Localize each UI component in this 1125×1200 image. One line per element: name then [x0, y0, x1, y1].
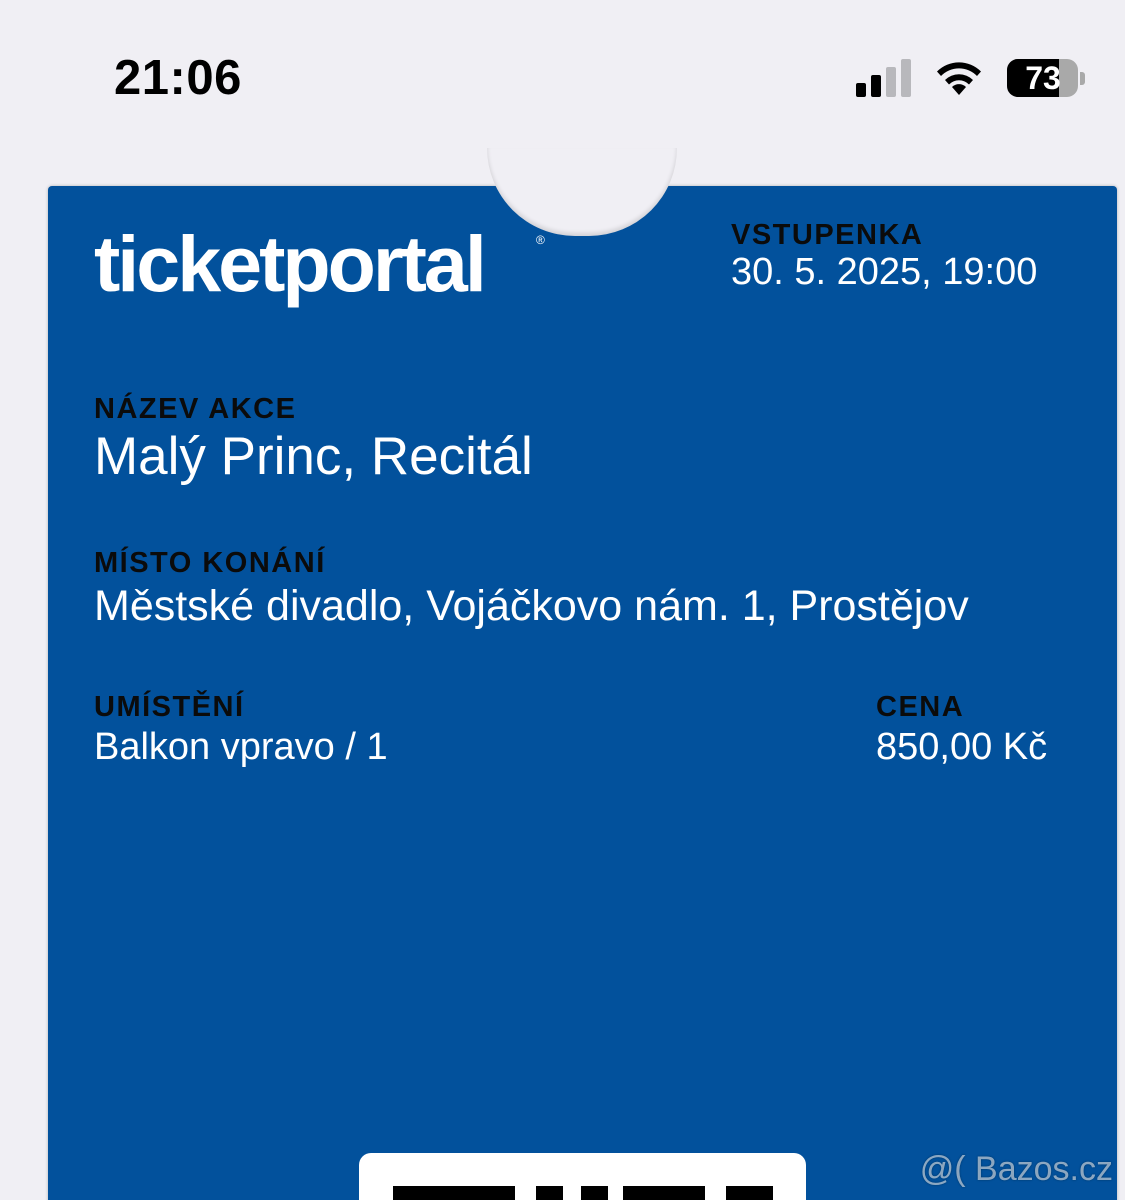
barcode	[393, 1186, 773, 1200]
signal-bar	[901, 59, 911, 97]
price-label: CENA	[876, 691, 965, 723]
signal-bar	[886, 67, 896, 97]
battery-percent: 73	[1025, 60, 1061, 96]
seat-label: UMÍSTĚNÍ	[94, 691, 245, 723]
seat: Balkon vpravo / 1	[94, 726, 388, 768]
barcode-bar	[623, 1186, 705, 1200]
barcode-bar	[393, 1186, 515, 1200]
screen: 21:06 73 ticketportal ® VSTUPENKA 30. 5.…	[0, 0, 1125, 1200]
barcode-bar	[581, 1186, 608, 1200]
signal-bar	[871, 75, 881, 97]
watermark: @( Bazos.cz	[919, 1150, 1113, 1188]
price: 850,00 Kč	[876, 726, 1048, 768]
signal-bar	[856, 83, 866, 97]
ticketportal-logo: ticketportal	[94, 219, 487, 308]
cellular-signal-icon	[856, 59, 911, 97]
venue-label: MÍSTO KONÁNÍ	[94, 547, 326, 579]
venue: Městské divadlo, Vojáčkovo nám. 1, Prost…	[94, 582, 969, 630]
status-icons: 73	[856, 56, 1085, 100]
barcode-bar	[536, 1186, 563, 1200]
status-time: 21:06	[114, 51, 242, 105]
ticket-type-label: VSTUPENKA	[731, 219, 924, 251]
event-datetime: 30. 5. 2025, 19:00	[731, 251, 1038, 293]
battery-icon: 73	[1007, 58, 1085, 98]
event-name: Malý Princ, Recitál	[94, 427, 533, 486]
wifi-icon	[933, 59, 985, 97]
event-name-label: NÁZEV AKCE	[94, 393, 297, 425]
barcode-bar	[726, 1186, 773, 1200]
registered-mark: ®	[536, 233, 545, 247]
